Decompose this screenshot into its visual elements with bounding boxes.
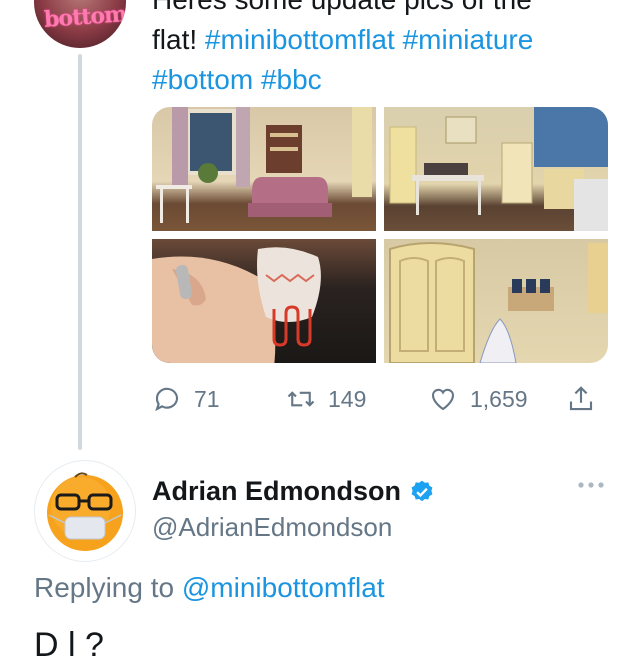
photo-door-art <box>389 242 608 363</box>
tweet-text-line2: flat! #minibottomflat #miniature <box>152 20 622 60</box>
retweet-action[interactable]: 149 <box>286 382 366 416</box>
retweet-icon <box>287 391 315 407</box>
photo-living-room-art <box>156 107 372 223</box>
replying-to-link[interactable]: @minibottomflat <box>182 572 385 603</box>
share-icon <box>569 386 593 411</box>
author-handle[interactable]: @AdrianEdmondson <box>152 512 392 543</box>
like-action[interactable]: 1,659 <box>428 382 528 416</box>
avatar-minibottomflat[interactable]: bottom <box>34 0 126 48</box>
share-action[interactable] <box>566 382 608 416</box>
reply-action[interactable]: 71 <box>152 382 220 416</box>
reply-tweet-text-partial: D l ? <box>34 626 104 664</box>
hashtag-bbc[interactable]: #bbc <box>261 64 322 95</box>
photo-door-ironing-board[interactable] <box>384 239 608 363</box>
like-count: 1,659 <box>470 385 528 412</box>
tweet-text-line1: Heres some update pics of the <box>152 0 622 20</box>
photo-living-room[interactable] <box>152 107 376 231</box>
like-icon <box>431 388 455 411</box>
hashtag-minibottomflat[interactable]: #minibottomflat <box>205 24 395 55</box>
author-name[interactable]: Adrian Edmondson <box>152 476 435 507</box>
avatar-logo-text: bottom <box>43 1 126 33</box>
avatar-adrian-edmondson[interactable] <box>34 460 136 562</box>
media-grid <box>152 107 608 363</box>
hashtag-miniature[interactable]: #miniature <box>403 24 534 55</box>
author-display-name: Adrian Edmondson <box>152 476 401 506</box>
tweet-actions: 71 149 1,659 <box>152 382 612 416</box>
photo-kitchen[interactable] <box>384 107 608 231</box>
more-icon[interactable] <box>576 478 606 492</box>
retweet-count: 149 <box>328 385 367 412</box>
thread-line <box>78 54 82 450</box>
tweet-text-line3: #bottom #bbc <box>152 60 622 100</box>
photo-kitchen-art <box>389 107 608 231</box>
reply-icon <box>155 387 179 412</box>
replying-to-prefix: Replying to <box>34 572 182 603</box>
photo-heater-art <box>152 247 321 363</box>
verified-icon <box>411 480 433 501</box>
photo-miniature-heater[interactable] <box>152 239 376 363</box>
tweet-text: Heres some update pics of the flat! #min… <box>152 0 622 100</box>
hashtag-bottom[interactable]: #bottom <box>152 64 253 95</box>
avatar-orange-art <box>47 472 123 551</box>
replying-to: Replying to @minibottomflat <box>34 572 385 604</box>
tweet-text-prefix: flat! <box>152 24 205 55</box>
reply-count: 71 <box>194 385 220 412</box>
